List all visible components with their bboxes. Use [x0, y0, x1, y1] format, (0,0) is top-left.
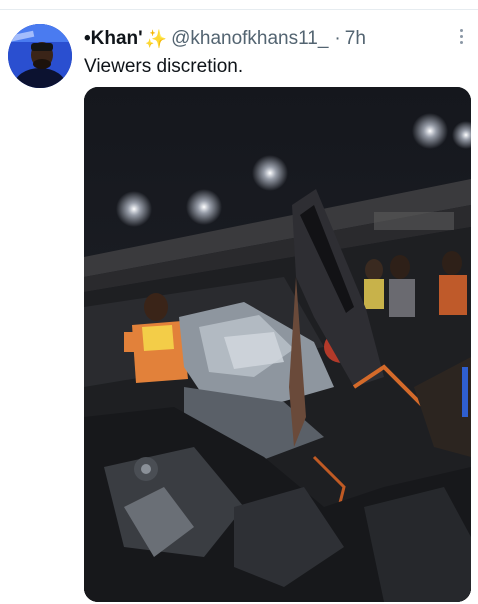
avatar-image	[8, 24, 72, 88]
accident-photo	[84, 87, 471, 602]
more-dot	[459, 34, 463, 38]
more-dot	[459, 28, 463, 32]
user-handle[interactable]: @khanofkhans11_	[171, 28, 328, 50]
separator-dot: ·	[334, 28, 341, 49]
top-divider	[0, 9, 478, 10]
sparkles-emoji-icon: ✨	[144, 29, 168, 49]
tweet-text: Viewers discretion.	[84, 56, 244, 77]
tweet-header: •Khan' ✨ @khanofkhans11_ · 7h	[84, 26, 366, 52]
more-dot	[459, 40, 463, 44]
tweet-media-image[interactable]	[84, 87, 471, 602]
display-name[interactable]: •Khan'	[84, 28, 143, 50]
more-options-icon[interactable]	[452, 26, 470, 46]
timestamp[interactable]: 7h	[345, 28, 366, 50]
avatar[interactable]	[8, 24, 72, 88]
